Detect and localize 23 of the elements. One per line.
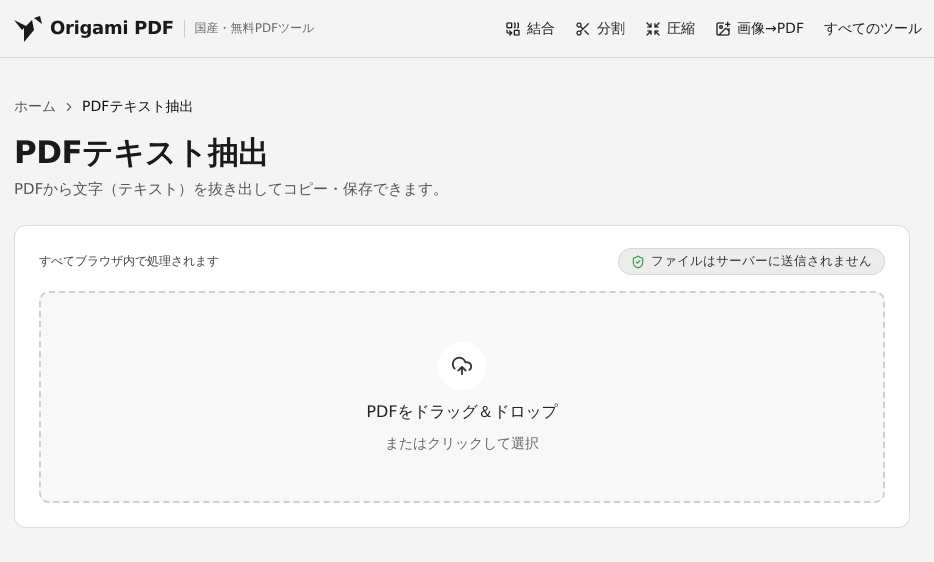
image-plus-icon — [714, 20, 731, 36]
shield-check-icon — [631, 254, 645, 268]
nav-link[interactable]: 結合 — [504, 20, 555, 38]
logo-icon — [14, 16, 42, 42]
nav-link[interactable]: 分割 — [574, 20, 625, 38]
drop-title: PDFをドラッグ＆ドロップ — [366, 402, 558, 422]
nav-link[interactable]: すべてのツール — [824, 20, 922, 38]
nav-link[interactable]: 画像→PDF — [714, 20, 804, 38]
merge-icon — [504, 20, 521, 36]
breadcrumb-item[interactable]: ホーム — [14, 98, 56, 116]
privacy-note: すべてブラウザ内で処理されます — [39, 253, 219, 270]
nav-link[interactable]: 圧縮 — [644, 20, 695, 38]
page-title: PDFテキスト抽出 — [14, 134, 270, 173]
page-subtitle: PDFから文字（テキスト）を抜き出してコピー・保存できます。 — [14, 180, 450, 199]
compress-icon — [644, 20, 661, 36]
drop-hint: またはクリックして選択 — [385, 434, 539, 452]
badge-text: ファイルはサーバーに送信されません — [651, 253, 872, 270]
tagline: 国産・無料PDFツール — [194, 20, 314, 37]
cloud-upload-icon — [451, 354, 473, 376]
breadcrumb-item: PDFテキスト抽出 — [82, 98, 194, 116]
scissors-icon — [574, 20, 591, 36]
brand-name[interactable]: Origami PDF — [50, 18, 174, 39]
drop-zone[interactable]: PDFをドラッグ＆ドロップ またはクリックして選択 — [39, 291, 885, 503]
